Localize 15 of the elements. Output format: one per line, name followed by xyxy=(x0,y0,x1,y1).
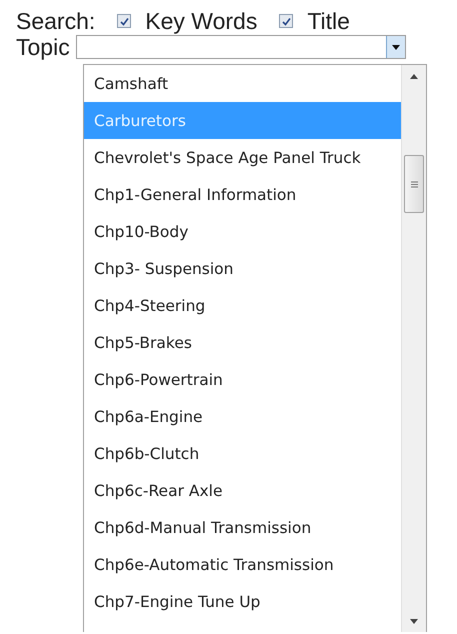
caret-down-icon xyxy=(392,44,400,50)
option-label: Key Words xyxy=(145,8,258,34)
checkbox[interactable] xyxy=(117,14,132,28)
option-label: Title xyxy=(307,8,350,34)
search-option[interactable]: Title xyxy=(279,8,350,34)
topic-label: Topic xyxy=(16,34,70,60)
search-label: Search: xyxy=(16,8,96,34)
scroll-down-icon[interactable] xyxy=(410,618,418,624)
scrollbar[interactable] xyxy=(401,65,426,632)
scroll-up-icon[interactable] xyxy=(410,74,418,78)
checkbox[interactable] xyxy=(279,14,294,28)
dropdown-button[interactable] xyxy=(386,36,405,58)
search-option[interactable]: Key Words xyxy=(117,8,258,34)
grip-icon xyxy=(410,180,418,188)
scroll-thumb[interactable] xyxy=(404,155,424,213)
